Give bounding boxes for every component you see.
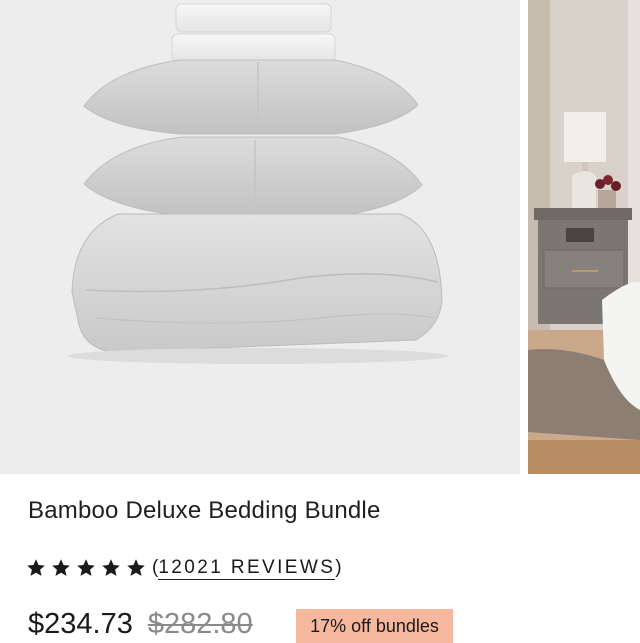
product-title: Bamboo Deluxe Bedding Bundle <box>28 497 381 524</box>
star-rating <box>26 558 146 578</box>
reviews-close-paren: ) <box>335 557 342 578</box>
reviews-link[interactable]: 12021 REVIEWS <box>158 557 336 580</box>
star-icon <box>52 559 70 576</box>
rating-summary[interactable]: (12021 REVIEWS) <box>26 553 342 583</box>
bedroom-scene-illustration <box>528 0 640 474</box>
reviews-count[interactable]: (12021 REVIEWS) <box>152 557 342 580</box>
star-icon <box>77 559 95 576</box>
star-icon <box>102 559 120 576</box>
star-icon <box>127 559 145 576</box>
discount-badge: 17% off bundles <box>296 609 453 643</box>
star-icon <box>27 559 45 576</box>
product-image-lifestyle[interactable] <box>528 0 640 474</box>
product-image-carousel[interactable] <box>0 0 640 474</box>
current-price: $234.73 <box>28 608 133 640</box>
bedding-stack-illustration <box>68 3 448 364</box>
product-image-main[interactable] <box>0 0 520 474</box>
original-price: $282.80 <box>147 608 253 640</box>
price-row: $234.73 $282.80 <box>28 608 253 641</box>
